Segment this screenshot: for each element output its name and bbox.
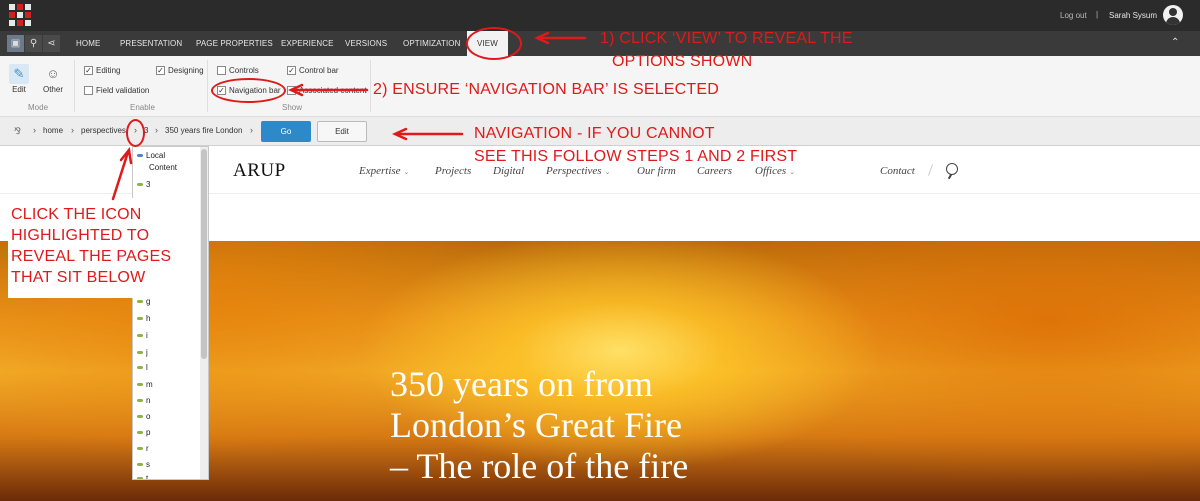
site-nav-our-firm[interactable]: Our firm (637, 165, 676, 177)
annotation-step2: 2) ENSURE ‘NAVIGATION BAR’ IS SELECTED (373, 81, 720, 98)
username[interactable]: Sarah Sysum (1109, 11, 1157, 20)
avatar[interactable] (1163, 5, 1183, 25)
site-nav-perspectives[interactable]: Perspectives ⌄ (546, 165, 610, 177)
ribbon-divider (74, 60, 75, 112)
highlight-ring-view (466, 27, 522, 60)
app-launcher-icon[interactable] (9, 4, 31, 26)
highlight-ring-navigation-bar (211, 78, 286, 103)
tree-item[interactable]: Local (137, 151, 165, 160)
annotation-click-icon: CLICK THE ICON HIGHLIGHTED TO REVEAL THE… (11, 206, 172, 286)
ribbon-divider (207, 60, 208, 112)
search-tab-icon[interactable]: ⚲ (25, 35, 42, 52)
checkbox-control-bar[interactable]: ✓ Control bar (287, 66, 339, 75)
go-button[interactable]: Go (261, 121, 311, 142)
tab-versions[interactable]: VERSIONS (345, 31, 387, 56)
annotation-step1-line2: OPTIONS SHOWN (612, 53, 753, 70)
annotation-navigation-line2: SEE THIS FOLLOW STEPS 1 AND 2 FIRST (474, 148, 798, 165)
checkbox-controls[interactable]: Controls (217, 66, 259, 75)
breadcrumb-current[interactable]: 350 years fire London (165, 126, 242, 135)
edit-mode-button[interactable]: ✎ Edit (8, 64, 30, 94)
nav-divider (927, 164, 934, 176)
checkbox-editing[interactable]: ✓ Editing (84, 66, 120, 75)
tree-item[interactable]: s (137, 460, 150, 469)
other-icon: ☺ (46, 66, 60, 81)
site-nav-offices[interactable]: Offices ⌄ (755, 165, 795, 177)
tree-item[interactable]: i (137, 331, 148, 340)
breadcrumb-home[interactable]: home (43, 126, 63, 135)
tree-item[interactable]: 3 (137, 180, 150, 189)
group-label-enable: Enable (130, 103, 155, 112)
page-tree-dropdown[interactable]: Local Content 3 a b c d e f g h i j l m … (132, 146, 209, 480)
edit-button[interactable]: Edit (317, 121, 367, 142)
content-tree-icon[interactable]: ⅋ (14, 126, 24, 136)
annotation-step1: 1) CLICK ‘VIEW’ TO REVEAL THE (600, 30, 853, 47)
arup-logo[interactable]: ARUP (233, 160, 286, 182)
site-nav-digital[interactable]: Digital (493, 165, 524, 177)
group-label-show: Show (282, 103, 303, 112)
top-bar: Log out | Sarah Sysum (0, 0, 1200, 31)
group-label-mode: Mode (28, 103, 49, 112)
separator: | (1096, 10, 1099, 19)
edit-icon: ✎ (9, 64, 29, 84)
tab-presentation[interactable]: PRESENTATION (120, 31, 182, 56)
checkbox-designing[interactable]: ✓ Designing (156, 66, 204, 75)
tree-item[interactable]: l (137, 363, 148, 372)
tree-item[interactable]: n (137, 396, 150, 405)
tree-item[interactable]: h (137, 314, 150, 323)
site-nav-expertise[interactable]: Expertise ⌄ (359, 165, 409, 177)
search-icon[interactable] (946, 163, 958, 175)
tree-item[interactable]: p (137, 428, 150, 437)
tree-item[interactable]: Content (149, 163, 177, 172)
tree-scrollbar[interactable] (200, 147, 208, 479)
tab-home[interactable]: HOME (76, 31, 100, 56)
other-mode-button[interactable]: ☺ Other (42, 64, 64, 94)
site-nav-projects[interactable]: Projects (435, 165, 471, 177)
tree-item[interactable]: m (137, 380, 153, 389)
tree-item[interactable]: g (137, 297, 150, 306)
collapse-ribbon-icon[interactable]: ⌃ (1171, 37, 1179, 48)
hero-title: 350 years on from London’s Great Fire – … (390, 364, 689, 486)
logout-link[interactable]: Log out (1060, 11, 1087, 20)
highlight-ring-chevron (126, 119, 145, 147)
quick-actions: ▣ ⚲ ⋖ (7, 35, 60, 52)
tab-optimization[interactable]: OPTIMIZATION (403, 31, 461, 56)
chevron-right-icon[interactable]: › (250, 125, 253, 135)
tree-item[interactable]: j (137, 348, 148, 357)
chevron-right-icon[interactable]: › (33, 125, 36, 135)
chevron-right-icon[interactable]: › (155, 125, 158, 135)
site-nav-careers[interactable]: Careers (697, 165, 732, 177)
tree-item[interactable]: o (137, 412, 150, 421)
tab-page-properties[interactable]: PAGE PROPERTIES (196, 31, 273, 56)
tree-item[interactable]: t (137, 474, 148, 479)
site-nav-contact[interactable]: Contact (880, 165, 915, 177)
chevron-right-icon[interactable]: › (71, 125, 74, 135)
save-icon[interactable]: ▣ (7, 35, 24, 52)
checkbox-associated-content[interactable]: Associated content (287, 86, 367, 95)
breadcrumb-perspectives[interactable]: perspectives (81, 126, 126, 135)
ribbon-divider (370, 60, 371, 112)
checkbox-field-validation[interactable]: Field validation (84, 86, 149, 95)
share-icon[interactable]: ⋖ (43, 35, 60, 52)
annotation-navigation: NAVIGATION - IF YOU CANNOT (474, 125, 715, 142)
tree-item[interactable]: r (137, 444, 149, 453)
tab-experience[interactable]: EXPERIENCE (281, 31, 334, 56)
